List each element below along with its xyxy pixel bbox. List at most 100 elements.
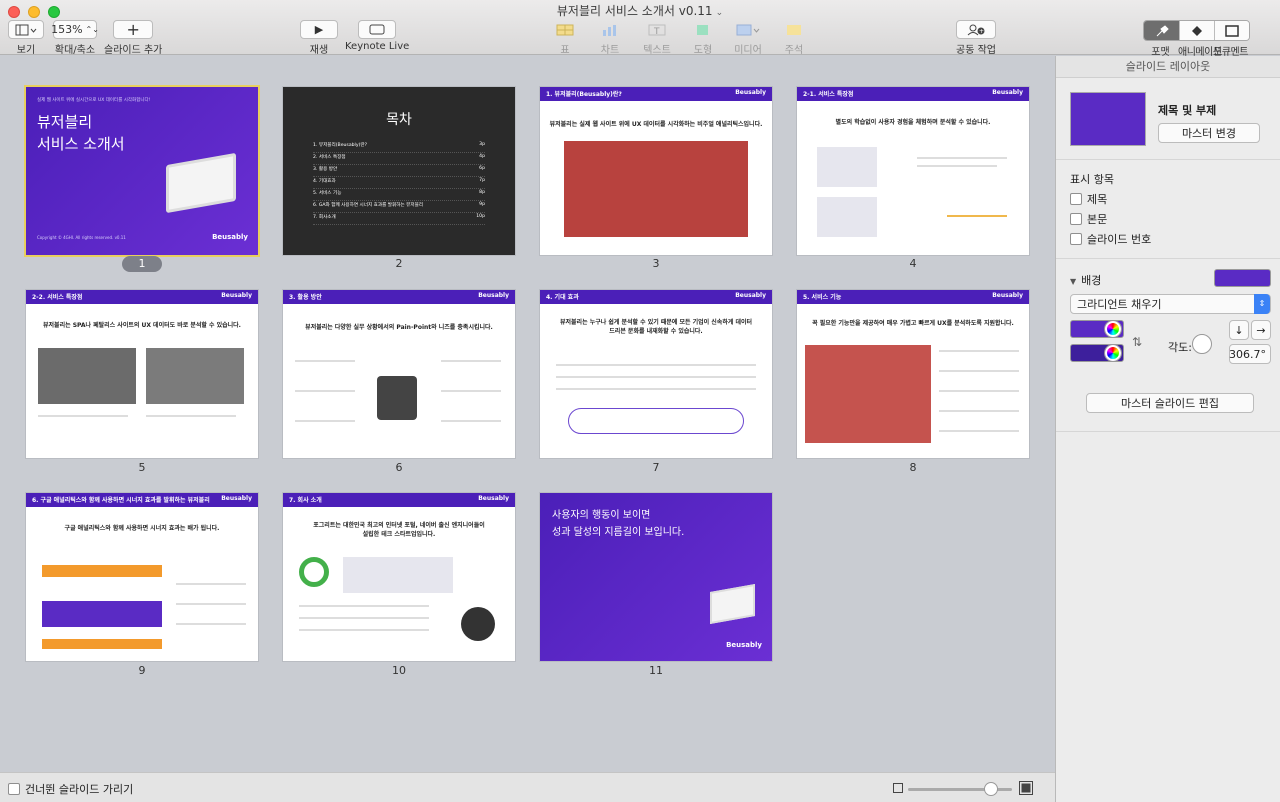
- chart-illustration: [947, 187, 1007, 217]
- animate-tab[interactable]: [1179, 21, 1214, 40]
- slide-thumbnail-10[interactable]: 7. 회사 소개 Beusably 포그리트는 대한민국 최고의 인터넷 포털, …: [283, 493, 515, 661]
- flip-vertical-button[interactable]: ↓: [1229, 320, 1249, 340]
- checkbox[interactable]: [1070, 193, 1082, 205]
- play-button[interactable]: ▶: [300, 20, 338, 39]
- color-wheel-icon[interactable]: [1105, 345, 1121, 361]
- slide-grid[interactable]: 실제 웹 사이트 위에 실시간으로 UX 데이터를 시각화합니다! 뷰저블리 서…: [0, 56, 1055, 772]
- comment-button[interactable]: [777, 20, 811, 39]
- hide-skipped-checkbox[interactable]: 건너뛴 슬라이드 가리기: [8, 781, 133, 797]
- keynote-live-control[interactable]: Keynote Live: [345, 20, 409, 52]
- slide-thumbnail-6[interactable]: 3. 활용 방안 Beusably 뷰저블리는 다양한 실무 상황에서의 Pain…: [283, 290, 515, 458]
- chart-button[interactable]: [593, 20, 627, 39]
- svg-text:T: T: [653, 27, 660, 36]
- slide-thumbnail-11[interactable]: 사용자의 행동이 보이면 성과 달성의 지름길이 보입니다. Beusably: [540, 493, 772, 661]
- slide-thumbnail-1[interactable]: 실제 웹 사이트 위에 실시간으로 UX 데이터를 시각화합니다! 뷰저블리 서…: [26, 87, 258, 255]
- shape-control[interactable]: 도형: [686, 20, 720, 56]
- slide-number-6: 6: [395, 461, 403, 474]
- body-checkbox[interactable]: 본문: [1070, 211, 1107, 227]
- slide-thumbnail-8[interactable]: 5. 서비스 기능 Beusably 꼭 필요한 기능만을 제공하여 매우 가볍고…: [797, 290, 1029, 458]
- background-section[interactable]: ▼ 배경: [1070, 272, 1101, 288]
- play-control[interactable]: ▶ 재생: [300, 20, 338, 56]
- zoom-select[interactable]: 153% ⌃⌄: [51, 20, 99, 39]
- fill-type-select[interactable]: 그라디언트 채우기 ⇕: [1070, 294, 1271, 314]
- toc-list: 1. 뷰저블리(Beusably)란? 3p 2. 서비스 특장점 4p 3. 활용 방…: [313, 142, 485, 226]
- slide-thumbnail-5[interactable]: 2-2. 서비스 특장점 Beusably 뷰저블리는 SPA나 페탈리스 사이트…: [26, 290, 258, 458]
- toc-item-page: 3p: [479, 142, 485, 147]
- cover-title-line1: 뷰저블리: [37, 113, 93, 131]
- text-line: [295, 390, 355, 392]
- slide-number-checkbox[interactable]: 슬라이드 번호: [1070, 231, 1151, 247]
- format-tab[interactable]: [1144, 21, 1179, 40]
- toolbar: 뷰저블리 서비스 소개서 v0.11 ⌄ 보기 153% ⌃⌄ 확대/축소 + 슬라…: [0, 0, 1280, 58]
- media-button[interactable]: [728, 20, 768, 39]
- figure-block: [343, 557, 453, 593]
- figure-block: [817, 197, 877, 237]
- view-button[interactable]: [8, 20, 44, 39]
- table-control[interactable]: 표: [548, 20, 582, 56]
- zoom-control[interactable]: 153% ⌃⌄ 확대/축소: [51, 20, 99, 56]
- add-slide-button[interactable]: +: [113, 20, 154, 39]
- master-change-button[interactable]: 마스터 변경: [1158, 123, 1260, 143]
- flip-horizontal-button[interactable]: →: [1251, 320, 1271, 340]
- closing-line1: 사용자의 행동이 보이면: [552, 510, 651, 521]
- media-control[interactable]: 미디어: [728, 20, 768, 56]
- inspector-segment: [1143, 20, 1250, 41]
- angle-knob[interactable]: [1192, 334, 1212, 354]
- slide-thumbnail-7[interactable]: 4. 기대 효과 Beusably 뷰저블리는 누구나 쉽게 분석할 수 있기 때…: [540, 290, 772, 458]
- animate-icon: [1192, 25, 1202, 36]
- toc-item-title: 1. 뷰저블리(Beusably)란?: [313, 143, 368, 148]
- slide-thumbnail-2[interactable]: 목차 1. 뷰저블리(Beusably)란? 3p 2. 서비스 특장점 4p 3. 활…: [283, 87, 515, 255]
- text-line: [299, 629, 429, 631]
- title-checkbox[interactable]: 제목: [1070, 191, 1107, 207]
- comment-control[interactable]: 주석: [777, 20, 811, 56]
- layout-thumbnail[interactable]: [1070, 92, 1146, 146]
- window-title[interactable]: 뷰저블리 서비스 소개서 v0.11 ⌄: [0, 2, 1280, 19]
- small-thumbnails-icon[interactable]: [893, 783, 903, 793]
- add-slide-control[interactable]: + 슬라이드 추가: [104, 20, 162, 56]
- edit-master-slide-button[interactable]: 마스터 슬라이드 편집: [1086, 393, 1254, 413]
- toc-title: 목차: [386, 112, 412, 128]
- closing-logo: Beusably: [726, 641, 762, 649]
- collaborate-control[interactable]: + 공동 작업: [956, 20, 996, 56]
- slide-number-1: 1: [122, 256, 162, 272]
- keynote-live-button[interactable]: [358, 20, 397, 39]
- chart-control[interactable]: 차트: [593, 20, 627, 56]
- collaborate-button[interactable]: +: [956, 20, 996, 39]
- document-icon: [1225, 24, 1239, 37]
- fill-color-well[interactable]: [1214, 269, 1271, 287]
- play-label: 재생: [309, 45, 329, 56]
- collaborate-label: 공동 작업: [956, 45, 996, 56]
- swap-colors-icon[interactable]: ⇅: [1132, 335, 1142, 349]
- checkbox[interactable]: [1070, 233, 1082, 245]
- slide-header-bar: 6. 구글 애널리틱스와 함께 사용하면 시너지 효과를 발휘하는 뷰저블리 Be…: [26, 493, 258, 507]
- view-control[interactable]: 보기: [8, 20, 44, 56]
- text-line: [299, 617, 429, 619]
- slider-knob[interactable]: [984, 782, 998, 796]
- slide-number-3: 3: [652, 257, 660, 270]
- shape-button[interactable]: [686, 20, 720, 39]
- text-label: 텍스트: [643, 45, 671, 56]
- inspector-header: 슬라이드 레이아웃: [1056, 56, 1280, 78]
- text-control[interactable]: T 텍스트: [640, 20, 674, 56]
- document-tab[interactable]: [1214, 21, 1249, 40]
- text-line: [441, 360, 501, 362]
- large-thumbnails-icon[interactable]: [1019, 781, 1033, 795]
- text-line: [917, 157, 1007, 159]
- angle-field[interactable]: 306.7°: [1229, 344, 1271, 364]
- slide-number-4: 4: [909, 257, 917, 270]
- slide-header-bar: 1. 뷰저블리(Beusably)란? Beusably: [540, 87, 772, 101]
- paintbrush-icon: [1156, 24, 1169, 36]
- toc-item-page: 4p: [479, 154, 485, 159]
- disclosure-triangle-icon[interactable]: ▼: [1070, 277, 1076, 286]
- slide-number-9: 9: [138, 664, 146, 677]
- table-button[interactable]: [548, 20, 582, 39]
- checkbox[interactable]: [1070, 213, 1082, 225]
- slide-thumbnail-4[interactable]: 2-1. 서비스 특장점 Beusably 별도의 학습없이 사용자 경험을 체험…: [797, 87, 1029, 255]
- color-wheel-icon[interactable]: [1105, 321, 1121, 337]
- text-line: [38, 415, 128, 417]
- toc-item-title: 4. 기대효과: [313, 179, 336, 184]
- slide-thumbnail-3[interactable]: 1. 뷰저블리(Beusably)란? Beusably 뷰저블리는 실제 웹 사…: [540, 87, 772, 255]
- slide-thumbnail-9[interactable]: 6. 구글 애널리틱스와 함께 사용하면 시너지 효과를 발휘하는 뷰저블리 Be…: [26, 493, 258, 661]
- text-button[interactable]: T: [640, 20, 674, 39]
- checkbox[interactable]: [8, 783, 20, 795]
